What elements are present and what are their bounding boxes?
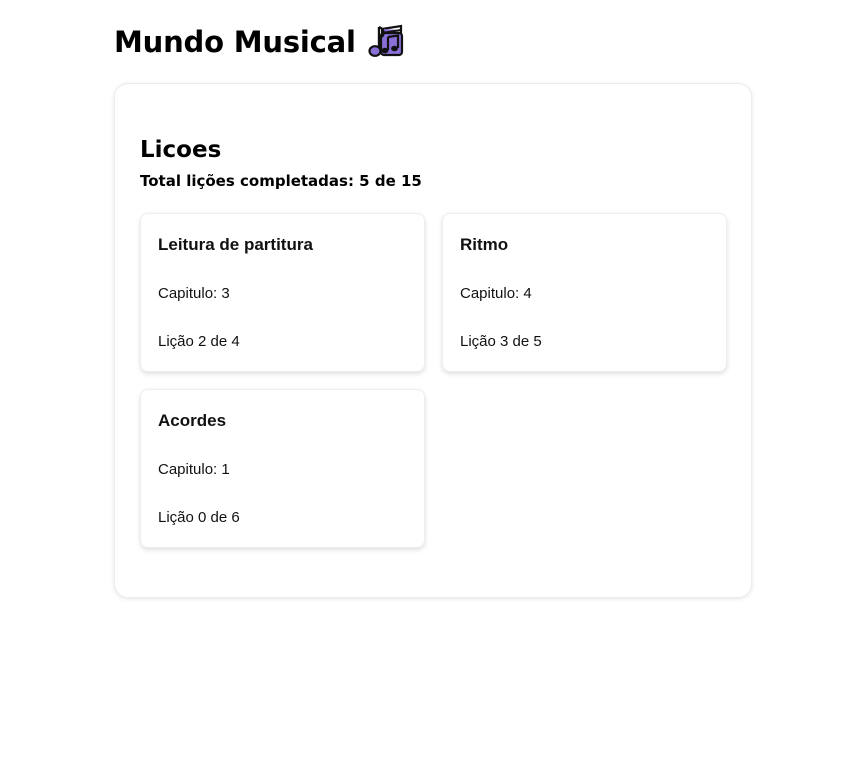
lesson-card[interactable]: Leitura de partitura Capitulo: 3 Lição 2… bbox=[140, 213, 425, 372]
lessons-summary: Total lições completadas: 5 de 15 bbox=[140, 172, 422, 190]
lesson-card-progress: Lição 2 de 4 bbox=[158, 333, 240, 350]
lesson-card-title: Ritmo bbox=[460, 235, 509, 254]
lesson-card[interactable]: Acordes Capitulo: 1 Lição 0 de 6 bbox=[140, 389, 425, 548]
lesson-cards-grid: Leitura de partitura Capitulo: 3 Lição 2… bbox=[140, 213, 728, 548]
musical-notes-icon bbox=[368, 24, 404, 60]
lesson-card-chapter: Capitulo: 4 bbox=[460, 285, 532, 302]
lesson-card-chapter: Capitulo: 3 bbox=[158, 285, 230, 302]
lesson-card-title: Acordes bbox=[158, 411, 227, 430]
lessons-panel: Licoes Total lições completadas: 5 de 15… bbox=[114, 83, 752, 598]
app-title-text: Mundo Musical bbox=[114, 25, 356, 59]
lesson-card-title: Leitura de partitura bbox=[158, 235, 313, 254]
section-title: Licoes bbox=[140, 137, 222, 163]
lesson-card-chapter: Capitulo: 1 bbox=[158, 461, 230, 478]
app-title: Mundo Musical bbox=[114, 22, 404, 62]
lesson-card[interactable]: Ritmo Capitulo: 4 Lição 3 de 5 bbox=[442, 213, 727, 372]
lesson-card-progress: Lição 0 de 6 bbox=[158, 509, 240, 526]
lesson-card-progress: Lição 3 de 5 bbox=[460, 333, 542, 350]
